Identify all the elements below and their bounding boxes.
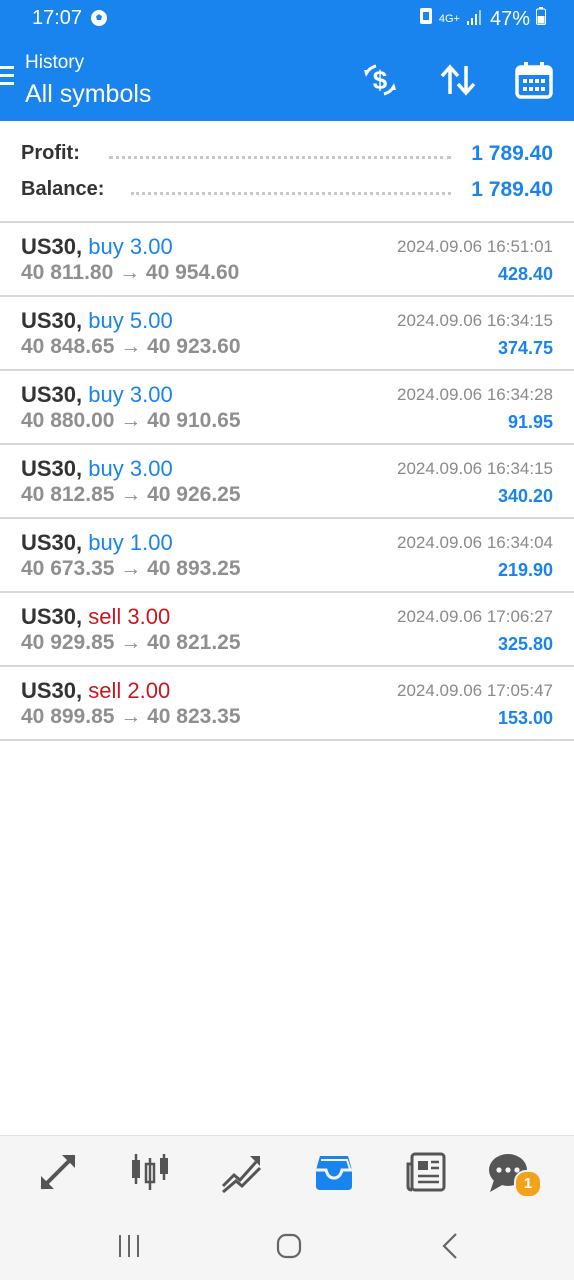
history-icon[interactable] [312, 1150, 356, 1194]
profit-dots [109, 156, 451, 159]
deal-title: US30, buy 3.00 [21, 234, 173, 260]
deal-symbol: US30, [21, 604, 83, 629]
deal-prices: 40 899.85 → 40 823.35 [21, 705, 241, 728]
deal-volume: sell 3.00 [88, 604, 171, 629]
deal-prices: 40 929.85 → 40 821.25 [21, 631, 241, 654]
deal-volume: sell 2.00 [88, 678, 171, 703]
deal-prices: 40 812.85 → 40 926.25 [21, 483, 241, 506]
deal-volume: buy 3.00 [88, 382, 173, 407]
status-bar: 17:07 4G+ 47% [0, 0, 574, 38]
deal-prices: 40 880.00 → 40 910.65 [21, 409, 241, 432]
deal-time: 2024.09.06 16:34:15 [397, 459, 553, 478]
deal-profit: 219.90 [497, 560, 553, 580]
deal-title: US30, buy 3.00 [21, 382, 173, 408]
deal-title: US30, buy 3.00 [21, 456, 173, 482]
recent-apps-icon[interactable] [114, 1231, 144, 1261]
home-icon[interactable] [274, 1231, 304, 1261]
profit-label: Profit: [21, 142, 80, 164]
battery-level: 47% [489, 7, 530, 30]
deal-title: US30, buy 5.00 [21, 308, 173, 334]
deal-symbol: US30, [21, 678, 83, 703]
deal-row[interactable]: US30, buy 3.00 40 812.85 → 40 926.25 202… [0, 445, 574, 519]
symbol-filter[interactable]: All symbols [25, 80, 151, 109]
page-title: History [25, 52, 85, 73]
deal-profit: 340.20 [497, 486, 553, 506]
deal-profit: 153.00 [497, 708, 553, 728]
chart-icon[interactable] [128, 1150, 172, 1194]
deal-symbol: US30, [21, 530, 83, 555]
deal-row[interactable]: US30, buy 5.00 40 848.65 → 40 923.60 202… [0, 297, 574, 371]
signal-icon [466, 8, 484, 31]
deal-volume: buy 5.00 [88, 308, 173, 333]
deal-prices: 40 848.65 → 40 923.60 [21, 335, 241, 358]
calendar-icon[interactable] [512, 58, 556, 102]
deal-profit: 428.40 [497, 264, 553, 284]
deal-title: US30, sell 2.00 [21, 678, 170, 704]
deal-symbol: US30, [21, 382, 83, 407]
svg-text:$: $ [373, 65, 388, 95]
deal-row[interactable]: US30, buy 3.00 40 811.80 → 40 954.60 202… [0, 223, 574, 297]
balance-dots [131, 192, 451, 195]
battery-icon [536, 7, 546, 31]
back-icon[interactable] [436, 1231, 466, 1261]
soccer-ball-icon [90, 9, 108, 32]
deal-list: US30, buy 3.00 40 811.80 → 40 954.60 202… [0, 223, 574, 741]
deal-symbol: US30, [21, 456, 83, 481]
quotes-icon[interactable] [36, 1150, 80, 1194]
deal-profit: 325.80 [497, 634, 553, 654]
deal-volume: buy 3.00 [88, 456, 173, 481]
balance-row: Balance: 1 789.40 [21, 178, 553, 208]
trade-icon[interactable] [220, 1150, 264, 1194]
news-icon[interactable] [404, 1150, 448, 1194]
deal-volume: buy 3.00 [88, 234, 173, 259]
dollar-refresh-icon[interactable]: $ [358, 58, 402, 102]
deal-row[interactable]: US30, buy 1.00 40 673.35 → 40 893.25 202… [0, 519, 574, 593]
sync-icon [419, 7, 433, 31]
deal-prices: 40 673.35 → 40 893.25 [21, 557, 241, 580]
deal-profit: 91.95 [507, 412, 553, 432]
profit-row: Profit: 1 789.40 [21, 142, 553, 172]
deal-volume: buy 1.00 [88, 530, 173, 555]
status-time: 17:07 [32, 7, 83, 29]
balance-value: 1 789.40 [471, 178, 553, 201]
deal-row[interactable]: US30, sell 3.00 40 929.85 → 40 821.25 20… [0, 593, 574, 667]
deal-profit: 374.75 [497, 338, 553, 358]
chat-badge: 1 [514, 1170, 542, 1198]
app-bar: History All symbols $ [0, 38, 574, 121]
sort-icon[interactable] [436, 58, 480, 102]
network-type: 4G+ [438, 13, 460, 25]
deal-row[interactable]: US30, sell 2.00 40 899.85 → 40 823.35 20… [0, 667, 574, 741]
deal-symbol: US30, [21, 308, 83, 333]
system-nav-bar [0, 1209, 574, 1280]
deal-time: 2024.09.06 17:06:27 [397, 607, 553, 626]
deal-time: 2024.09.06 16:34:04 [397, 533, 553, 552]
balance-label: Balance: [21, 178, 105, 200]
chat-icon[interactable]: 1 [486, 1150, 542, 1198]
deal-time: 2024.09.06 17:05:47 [397, 681, 553, 700]
deal-time: 2024.09.06 16:34:15 [397, 311, 553, 330]
menu-icon[interactable] [0, 66, 16, 88]
deal-time: 2024.09.06 16:51:01 [397, 237, 553, 256]
deal-prices: 40 811.80 → 40 954.60 [21, 261, 240, 284]
deal-time: 2024.09.06 16:34:28 [397, 385, 553, 404]
summary-panel: Profit: 1 789.40 Balance: 1 789.40 [0, 121, 574, 223]
deal-row[interactable]: US30, buy 3.00 40 880.00 → 40 910.65 202… [0, 371, 574, 445]
profit-value: 1 789.40 [471, 142, 553, 165]
deal-title: US30, buy 1.00 [21, 530, 173, 556]
deal-symbol: US30, [21, 234, 83, 259]
bottom-nav: 1 [0, 1135, 574, 1210]
deal-title: US30, sell 3.00 [21, 604, 170, 630]
